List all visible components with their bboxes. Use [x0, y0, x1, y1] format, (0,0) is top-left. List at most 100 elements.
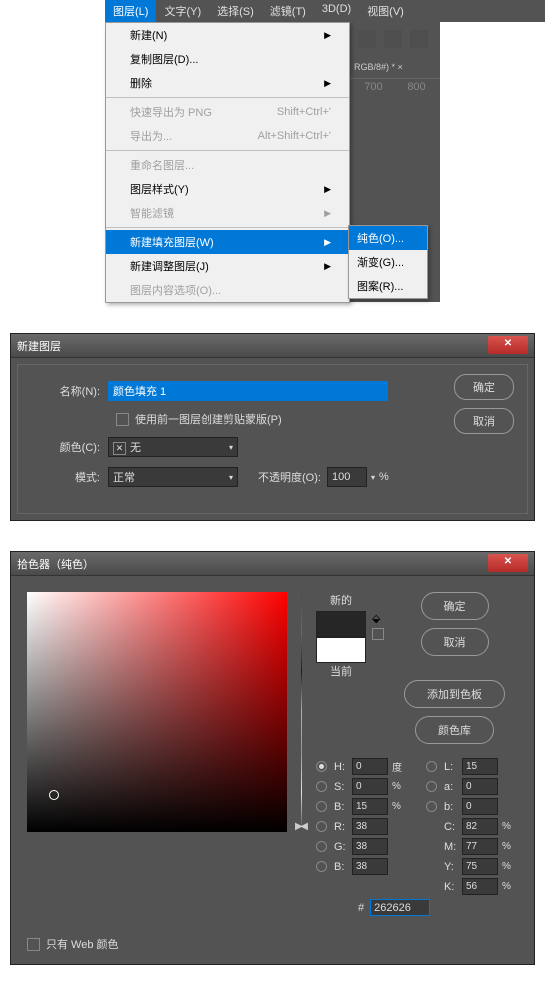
name-label: 名称(N):: [38, 383, 108, 399]
mi-rename: 重命名图层...: [106, 153, 349, 177]
align-icon: [410, 30, 428, 48]
chevron-right-icon: ▶: [324, 184, 331, 195]
cancel-button[interactable]: 取消: [421, 628, 489, 656]
brgb-input[interactable]: [352, 858, 388, 875]
s-input[interactable]: [352, 778, 388, 795]
separator: [106, 227, 349, 228]
close-button[interactable]: ✕: [488, 554, 528, 572]
hue-slider[interactable]: ◀ ▶: [301, 592, 302, 832]
align-icon: [358, 30, 376, 48]
new-color-swatch: [316, 611, 366, 637]
clipmask-checkbox[interactable]: [116, 413, 129, 426]
layer-dropdown: 新建(N)▶ 复制图层(D)... 删除▶ 快速导出为 PNGShift+Ctr…: [105, 22, 350, 303]
chevron-down-icon[interactable]: ▾: [371, 473, 375, 482]
radio-r[interactable]: [316, 821, 327, 832]
mi-quickexport: 快速导出为 PNGShift+Ctrl+': [106, 100, 349, 124]
radio-l[interactable]: [426, 761, 437, 772]
sub-pattern[interactable]: 图案(R)...: [349, 274, 427, 298]
align-icon: [384, 30, 402, 48]
pct-label: %: [379, 471, 389, 483]
fill-submenu: 纯色(O)... 渐变(G)... 图案(R)...: [348, 225, 428, 299]
radio-g[interactable]: [316, 841, 327, 852]
g-input[interactable]: [352, 838, 388, 855]
mi-duplicate[interactable]: 复制图层(D)...: [106, 47, 349, 71]
menu-3d[interactable]: 3D(D): [314, 0, 359, 22]
mi-newadjust[interactable]: 新建调整图层(J)▶: [106, 254, 349, 278]
radio-brgb[interactable]: [316, 861, 327, 872]
hex-input[interactable]: [370, 899, 430, 916]
mi-newfill[interactable]: 新建填充图层(W)▶: [106, 230, 349, 254]
menu-layer[interactable]: 图层(L): [105, 0, 156, 22]
chevron-right-icon: ▶: [324, 78, 331, 89]
radio-lab-b[interactable]: [426, 801, 437, 812]
current-label: 当前: [330, 663, 352, 679]
dialog-titlebar[interactable]: 新建图层 ✕: [11, 334, 534, 358]
ok-button[interactable]: 确定: [421, 592, 489, 620]
cube-icon[interactable]: ⬙: [372, 612, 384, 624]
radio-b[interactable]: [316, 801, 327, 812]
labb-input[interactable]: [462, 798, 498, 815]
dialog-title: 新建图层: [17, 338, 61, 354]
close-button[interactable]: ✕: [488, 336, 528, 354]
dialog-titlebar[interactable]: 拾色器（纯色） ✕: [11, 552, 534, 576]
chevron-right-icon: ▶: [324, 261, 331, 272]
color-picker-dialog: 拾色器（纯色） ✕ ◀ ▶ 新的: [10, 551, 535, 965]
dialog-title: 拾色器（纯色）: [17, 556, 94, 572]
document-tab[interactable]: RGB/8#) * ×: [350, 56, 440, 79]
c-input[interactable]: [462, 818, 498, 835]
r-input[interactable]: [352, 818, 388, 835]
mi-delete[interactable]: 删除▶: [106, 71, 349, 95]
mi-content: 图层内容选项(O)...: [106, 278, 349, 302]
menu-view[interactable]: 视图(V): [359, 0, 412, 22]
radio-h[interactable]: [316, 761, 327, 772]
color-select[interactable]: ✕无 ▾: [108, 437, 238, 457]
y-input[interactable]: [462, 858, 498, 875]
add-swatch-button[interactable]: 添加到色板: [404, 680, 505, 708]
current-color-swatch[interactable]: [316, 637, 366, 663]
websafe-checkbox[interactable]: [27, 938, 40, 951]
ruler: 700800: [350, 79, 440, 95]
mi-new[interactable]: 新建(N)▶: [106, 23, 349, 47]
radio-s[interactable]: [316, 781, 327, 792]
chevron-right-icon: ▶: [324, 237, 331, 248]
name-input[interactable]: [108, 381, 388, 401]
sub-gradient[interactable]: 渐变(G)...: [349, 250, 427, 274]
mi-smartfilter: 智能滤镜▶: [106, 201, 349, 225]
mi-layerstyle[interactable]: 图层样式(Y)▶: [106, 177, 349, 201]
h-input[interactable]: [352, 758, 388, 775]
saturation-value-field[interactable]: [27, 592, 287, 832]
new-label: 新的: [330, 592, 352, 608]
color-cursor[interactable]: [49, 790, 59, 800]
menu-select[interactable]: 选择(S): [209, 0, 262, 22]
warn-icon[interactable]: [372, 628, 384, 640]
hex-label: #: [358, 902, 364, 914]
cancel-button[interactable]: 取消: [454, 408, 514, 434]
separator: [106, 97, 349, 98]
value-grid: H:度 L: S:% a: B:% b: R: C:% G: M:% B: Y:…: [316, 758, 518, 895]
new-layer-dialog: 新建图层 ✕ 确定 取消 名称(N): 使用前一图层创建剪贴蒙版(P) 颜色(C…: [10, 333, 535, 521]
color-library-button[interactable]: 颜色库: [415, 716, 494, 744]
chevron-down-icon: ▾: [229, 473, 233, 482]
hue-arrow-icon: ▶: [295, 821, 303, 832]
color-label: 颜色(C):: [38, 439, 108, 455]
clipmask-label: 使用前一图层创建剪贴蒙版(P): [135, 411, 282, 427]
chevron-right-icon: ▶: [324, 30, 331, 41]
l-input[interactable]: [462, 758, 498, 775]
chevron-down-icon: ▾: [229, 443, 233, 452]
ok-button[interactable]: 确定: [454, 374, 514, 400]
mode-select[interactable]: 正常 ▾: [108, 467, 238, 487]
bhsb-input[interactable]: [352, 798, 388, 815]
m-input[interactable]: [462, 838, 498, 855]
opacity-input[interactable]: [327, 467, 367, 487]
radio-a[interactable]: [426, 781, 437, 792]
separator: [106, 150, 349, 151]
a-input[interactable]: [462, 778, 498, 795]
menu-text[interactable]: 文字(Y): [156, 0, 209, 22]
chevron-right-icon: ▶: [324, 208, 331, 219]
menu-filter[interactable]: 滤镜(T): [262, 0, 314, 22]
mi-exportas: 导出为...Alt+Shift+Ctrl+': [106, 124, 349, 148]
websafe-label: 只有 Web 颜色: [46, 936, 119, 952]
none-icon: ✕: [113, 442, 126, 455]
sub-solid[interactable]: 纯色(O)...: [349, 226, 427, 250]
opacity-label: 不透明度(O):: [258, 469, 321, 485]
